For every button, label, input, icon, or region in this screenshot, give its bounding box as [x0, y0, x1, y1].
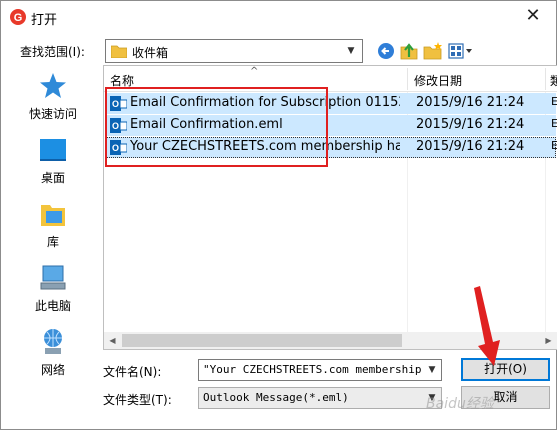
- place-quick-access[interactable]: 快速访问: [7, 69, 99, 133]
- list-header: ^ 名称 修改日期 類: [104, 66, 557, 92]
- file-name: Email Confirmation.eml: [130, 117, 283, 132]
- app-logo-icon: G: [10, 9, 26, 25]
- outlook-message-icon: O: [110, 140, 127, 155]
- file-name: Your CZECHSTREETS.com membership has b..…: [130, 139, 400, 154]
- star-icon: [40, 73, 66, 98]
- view-menu-icon[interactable]: [448, 41, 474, 61]
- file-date: 2015/9/16 21:24: [416, 117, 525, 132]
- svg-text:O: O: [112, 99, 119, 109]
- scrollbar-thumb[interactable]: [122, 334, 402, 347]
- file-date: 2015/9/16 21:24: [416, 95, 525, 110]
- open-button[interactable]: 打开(O): [461, 358, 550, 381]
- place-this-pc[interactable]: 此电脑: [7, 261, 99, 325]
- filename-input[interactable]: "Your CZECHSTREETS.com membership has ▼: [198, 359, 442, 381]
- place-label: 此电脑: [34, 299, 71, 313]
- file-date: 2015/9/16 21:24: [416, 139, 525, 154]
- scroll-left-icon[interactable]: ◀: [104, 332, 121, 349]
- column-divider[interactable]: [407, 68, 408, 90]
- outlook-message-icon: O: [110, 96, 127, 111]
- sort-ascending-icon: ^: [250, 66, 259, 77]
- window-title: 打开: [31, 13, 58, 28]
- close-button[interactable]: ✕: [520, 4, 546, 28]
- place-label: 快速访问: [28, 107, 77, 121]
- library-icon: [41, 205, 65, 226]
- filetype-select[interactable]: Outlook Message(*.eml) ▼: [198, 387, 442, 409]
- back-icon[interactable]: [376, 41, 396, 61]
- file-name: Email Confirmation for Subscription 0115…: [130, 95, 400, 110]
- column-header-name[interactable]: 名称: [110, 72, 134, 89]
- filetype-value: Outlook Message(*.eml): [203, 391, 349, 404]
- place-label: 网络: [40, 363, 65, 377]
- open-dialog: G 打开 ✕ 查找范围(I): 收件箱 ▼ 快速访问 桌面 库 此电脑 网络 ^…: [0, 0, 557, 430]
- folder-icon: [111, 45, 127, 58]
- column-divider[interactable]: [545, 68, 546, 90]
- svg-text:O: O: [112, 121, 119, 131]
- look-in-combobox[interactable]: 收件箱 ▼: [105, 39, 363, 63]
- place-library[interactable]: 库: [7, 197, 99, 261]
- file-row[interactable]: O Email Confirmation.eml 2015/9/16 21:24…: [106, 115, 557, 136]
- scroll-right-icon[interactable]: ▶: [540, 332, 557, 349]
- chevron-down-icon[interactable]: ▼: [424, 361, 440, 379]
- chevron-down-icon[interactable]: ▼: [424, 389, 440, 407]
- file-type: E: [551, 139, 557, 152]
- close-icon: ✕: [525, 5, 541, 26]
- network-icon: [44, 329, 62, 354]
- filename-value: "Your CZECHSTREETS.com membership has: [203, 363, 421, 376]
- look-in-label: 查找范围(I):: [20, 45, 85, 59]
- place-network[interactable]: 网络: [7, 325, 99, 389]
- svg-text:O: O: [112, 143, 119, 153]
- horizontal-scrollbar[interactable]: ◀ ▶: [104, 332, 557, 349]
- place-label: 桌面: [40, 171, 65, 185]
- filetype-label: 文件类型(T):: [103, 393, 172, 407]
- outlook-message-icon: O: [110, 118, 127, 133]
- column-header-type[interactable]: 類: [550, 72, 557, 89]
- places-bar: 快速访问 桌面 库 此电脑 网络: [7, 69, 99, 377]
- desktop-icon: [40, 139, 66, 161]
- new-folder-icon[interactable]: [423, 41, 443, 61]
- cancel-button[interactable]: 取消: [461, 386, 550, 409]
- file-list[interactable]: ^ 名称 修改日期 類 O Email Confirmation for Sub…: [103, 65, 557, 350]
- svg-text:G: G: [14, 12, 23, 24]
- file-row[interactable]: O Email Confirmation for Subscription 01…: [106, 93, 557, 114]
- column-header-modified[interactable]: 修改日期: [414, 72, 462, 89]
- title-bar: G 打开 ✕: [1, 1, 556, 32]
- chevron-down-icon[interactable]: ▼: [342, 41, 360, 61]
- place-label: 库: [46, 235, 59, 249]
- up-folder-icon[interactable]: [399, 41, 419, 61]
- look-in-value: 收件箱: [132, 46, 169, 60]
- file-type: E: [551, 117, 557, 130]
- file-type: E: [551, 95, 557, 108]
- filename-label: 文件名(N):: [103, 365, 162, 379]
- file-row[interactable]: O Your CZECHSTREETS.com membership has b…: [106, 137, 557, 158]
- place-desktop[interactable]: 桌面: [7, 133, 99, 197]
- computer-icon: [40, 265, 66, 290]
